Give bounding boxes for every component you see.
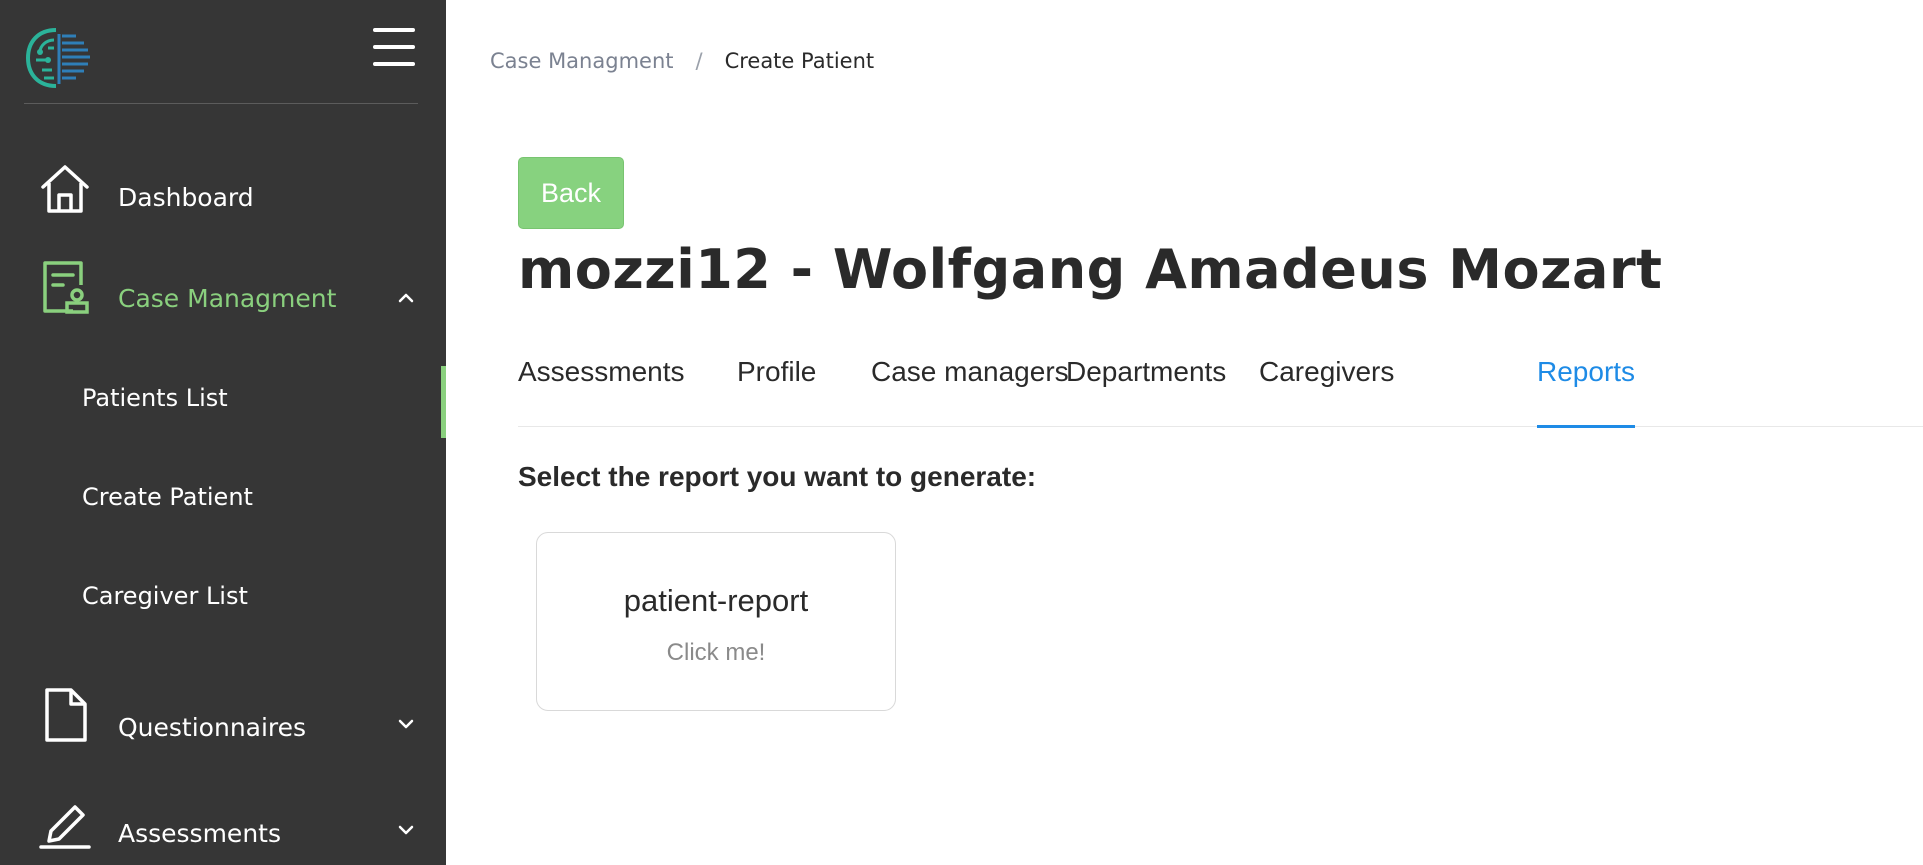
sidebar: Dashboard Case Managment Patients List C…: [0, 0, 446, 865]
sidebar-item-label: Case Managment: [118, 284, 337, 313]
home-icon: [36, 160, 94, 218]
tab-bar: Assessments Profile Case managers Depart…: [518, 356, 1923, 428]
case-document-icon: [36, 258, 94, 316]
breadcrumb-link-case-managment[interactable]: Case Managment: [490, 49, 673, 73]
sidebar-item-label: Dashboard: [118, 183, 254, 212]
brain-logo-icon[interactable]: [24, 26, 92, 90]
sidebar-item-dashboard[interactable]: Dashboard: [0, 160, 446, 240]
chevron-down-icon: [398, 719, 414, 729]
sidebar-divider: [24, 103, 418, 104]
back-button[interactable]: Back: [518, 157, 624, 229]
report-card-patient-report[interactable]: patient-report Click me!: [536, 532, 896, 711]
section-heading: Select the report you want to generate:: [518, 461, 1037, 492]
page-title: mozzi12 - Wolfgang Amadeus Mozart: [518, 238, 1663, 301]
sidebar-item-label: Assessments: [118, 819, 281, 848]
sidebar-subitem-label: Caregiver List: [82, 582, 248, 610]
sidebar-subitem-create-patient[interactable]: Create Patient: [0, 455, 446, 545]
hamburger-menu-icon[interactable]: [373, 28, 415, 66]
breadcrumb-separator: /: [695, 49, 703, 73]
chevron-down-icon: [398, 825, 414, 835]
sidebar-subitem-label: Create Patient: [82, 483, 253, 511]
sidebar-item-case-managment[interactable]: Case Managment: [0, 258, 446, 338]
breadcrumb: Case Managment / Create Patient: [490, 49, 874, 73]
main-content: Case Managment / Create Patient Back mozzi…: [446, 0, 1923, 865]
sidebar-item-assessments[interactable]: Assessments: [0, 792, 446, 865]
chevron-up-icon: [398, 293, 414, 303]
tab-assessments[interactable]: Assessments: [518, 356, 685, 427]
tab-case-managers[interactable]: Case managers: [871, 356, 1069, 427]
tab-reports[interactable]: Reports: [1537, 356, 1636, 428]
report-card-subtitle: Click me!: [666, 639, 766, 666]
pencil-icon: [36, 792, 94, 850]
sidebar-item-questionnaires[interactable]: Questionnaires: [0, 686, 446, 766]
sidebar-subitem-patients-list[interactable]: Patients List: [0, 356, 446, 446]
file-icon: [36, 686, 94, 744]
sidebar-item-label: Questionnaires: [118, 713, 307, 742]
tab-profile[interactable]: Profile: [737, 356, 816, 427]
sidebar-subitem-caregiver-list[interactable]: Caregiver List: [0, 554, 446, 644]
sidebar-subitem-label: Patients List: [82, 384, 228, 412]
tab-caregivers[interactable]: Caregivers: [1259, 356, 1394, 427]
tab-departments[interactable]: Departments: [1066, 356, 1226, 427]
report-card-title: patient-report: [623, 583, 809, 618]
breadcrumb-current: Create Patient: [724, 49, 875, 73]
